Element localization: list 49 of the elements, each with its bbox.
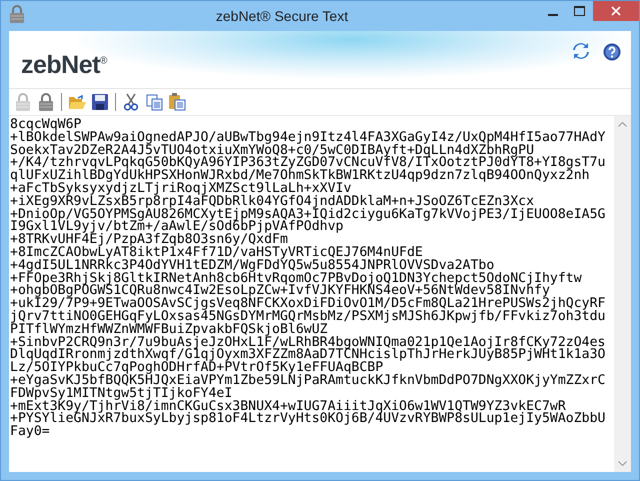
save-button[interactable] (90, 92, 110, 112)
text-line: +lBOkdelSWPAw9aiOgnedAPJO/aUBwTbg94ejn9Itz4l4FA3XGaGyI4z/UxQpM4HfI5ao77HAdY (10, 132, 606, 145)
copy-button[interactable] (144, 92, 164, 112)
text-line: +SinbvP2CRQ9n3r/7u9buAsjeJzOHxL1F/wLRhBR4bgoWNIQma021p1Qe1AojIr8fCKy72zO4es (10, 336, 606, 350)
text-line: +8TRKvUHF4Ej/PzpA3fZqb8O3sn6y/QxdFm (10, 234, 288, 247)
text-line: +DnioOp/VG5OYPMSgAU826MCXytEjpM9sAQA3+IQid2ciygu6KaTg7kVVojPE3/IjEUOO8eIA5G (10, 208, 606, 222)
text-line: +PYSYlieGNJxR7buxSyLbyjsp81oF4LtzrVyHts0KOj6B/4UVzvRYBWP8sULup1ejIy5WAoZbbU (10, 413, 606, 426)
text-line: +/K4/tzhrvqvLPqkqG50bKQyA96YIP363tZyZGD07vCNcuVfV8/ITxOotztPJ0dYT8+YI8gsT7u (10, 157, 606, 170)
text-line: +4gdI5UL1NRRkc3P4OdYVH1tEDZM/WgFDdYQ5w5u8554JNPRlOVVSDva2ATbo (10, 260, 494, 273)
text-line: +ukI29/7P9+9ETwaOOSAvSCjgsVeq8NFCKXoxDiFDiOvO1M/D5cFm8QLa21HrePUSWs2jhQcyRF (10, 298, 606, 311)
text-line: PITflWYmzHfWWZnWMWFBuiZpvakbFQSkjoBl6wUZ (10, 324, 328, 337)
text-line: Fay0= (10, 426, 50, 439)
text-line: I9Gxl1VL9yjv/btZm+/aAwlE/sOd6bPjpVAfPOdhvp (10, 221, 344, 234)
logo: zebNet$^{®}$ (21, 50, 107, 80)
text-editor[interactable] (9, 115, 631, 472)
text-line: FDWpvSy1MITNtgw5tjTIjkoFY4eI (10, 388, 232, 401)
open-button[interactable] (67, 92, 87, 112)
chevron-up-icon (618, 122, 627, 127)
window-title: zebNet® Secure Text (214, 8, 350, 24)
chevron-down-icon (618, 461, 627, 466)
text-line: +aFcTbSyksyxydjzLTjriRoqjXMZSct9lLaLh+xXVIv (10, 182, 352, 196)
text-line: SoekxTav2DZeR2A4J5vTUO4otxiuXmYWoQ8+c0/5wC0DIBAyft+DqLLn4dXZbhRgPU (10, 144, 534, 158)
text-line: +eYgaSvKJ5bfBQQK5HJQxEiaVPYm1Zbe59LNjPaRAmtuckKJfknVbmDdPO7DNgXXOKjyYmZZxrC (10, 374, 606, 388)
cut-button[interactable] (121, 92, 141, 112)
minimize-icon (548, 14, 558, 16)
paste-button[interactable] (167, 92, 187, 112)
text-line: +FFOpe3RhjSkj8GltkIRNetAnh8cb6HtvRqomOc7PBvDojoQ1DN3Ychepct5OdoNCjIhyftw (10, 272, 582, 286)
text-line: Lz/5OIYPkbuCc7qPoghODHrfAD+PVtrOf5Ky1eFFUAqBCBP (10, 362, 384, 375)
refresh-icon[interactable] (573, 43, 589, 59)
help-icon[interactable] (603, 43, 621, 61)
text-line: 8cqcWqW6P (10, 119, 82, 132)
lock-button[interactable] (36, 92, 56, 112)
text-line: +iXEg9XR9vLZsxB5rp8rpI4aFQDbRlk04YGfO4jndADDklaM+n+JSoOZ6TcEZn3Xcx (10, 196, 534, 209)
scissors-icon (124, 93, 138, 111)
folder-icon (68, 94, 86, 110)
text-line: +ohgbOBgPOGWS1CQRu8nwc4Iw2EsoLpZCw+IvfVJKYFHKNS4eoV+56NtWdev58INvhfy (10, 285, 550, 298)
padlock-icon (9, 5, 25, 23)
close-button[interactable] (593, 1, 639, 21)
text-line: +mExt3K9y/TjhrVi8/imnCKGuCsx3BNUX4+wIUG7AiiitJqXiO6w1WV1QTW9YZ3vkEC7wR (10, 400, 566, 414)
text-line: jQrv7ttiNO0GEHGqFyLOxsas45NGsDYMrMGQrMsbMz/PSXMjsMJSh6JKpwjfb/FFvkiz7oh3tdu (10, 310, 606, 324)
text-line: DlqUqdIRronmjzdthXwqf/G1qjOyxm3XFZZm8AaD7TCNHcislpThJrHerkJUyB85PjWHt1k1a3O (10, 349, 606, 362)
maximize-icon (574, 6, 585, 16)
padlock-icon (38, 93, 54, 111)
copy-icon (146, 94, 162, 110)
text-line: qlUFxUZihlBDgYdUkHPSXHonWJRxbd/Me7OhmSkTkBW1RKtzU4qp9dzn7zlqB94OOnQyxz2nh (10, 170, 590, 183)
close-icon (611, 6, 621, 16)
paste-icon (168, 93, 186, 111)
padlock-icon (15, 93, 31, 111)
text-line: +8ImcZCAObwLyAT8iktP1x4Ff71D/vaHSTyVRTicQEJ76M4nUFdE (10, 246, 423, 260)
